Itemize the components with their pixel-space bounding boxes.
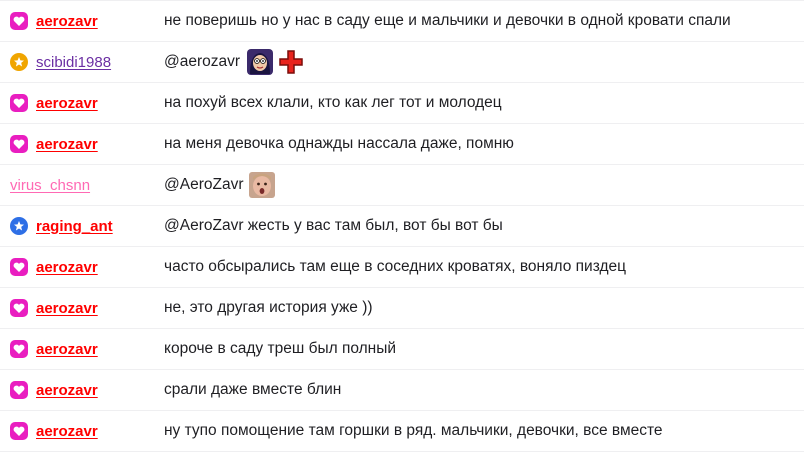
- message-body: срали даже вместе блин: [164, 381, 342, 398]
- chat-message: aerozavr не, это другая история уже )): [0, 288, 804, 329]
- chat-message: aerozavr на меня девочка однажды нассала…: [0, 124, 804, 165]
- username-link[interactable]: aerozavr: [36, 382, 98, 399]
- username-link[interactable]: scibidi1988: [36, 54, 111, 71]
- username-link[interactable]: aerozavr: [36, 13, 98, 30]
- chat-message: raging_ant @AeroZavr жесть у вас там был…: [0, 206, 804, 247]
- star-badge-icon[interactable]: [10, 53, 28, 71]
- message-text: часто обсырались там еще в соседних кров…: [164, 247, 626, 287]
- chat-message: virus_chsnn @AeroZavr: [0, 165, 804, 206]
- surprised-face-emote-icon[interactable]: [249, 172, 276, 198]
- heart-badge-icon[interactable]: [10, 422, 28, 440]
- message-text: срали даже вместе блин: [164, 370, 341, 410]
- message-body: ну тупо помощение там горшки в ряд. маль…: [164, 422, 663, 439]
- chat-log: aerozavr не поверишь но у нас в саду еще…: [0, 0, 804, 452]
- message-text: не поверишь но у нас в саду еще и мальчи…: [164, 1, 731, 41]
- chat-message: aerozavr не поверишь но у нас в саду еще…: [0, 1, 804, 42]
- chat-message: aerozavr на похуй всех клали, кто как ле…: [0, 83, 804, 124]
- chat-message: scibidi1988 @aerozavr: [0, 42, 804, 83]
- chat-message: aerozavr короче в саду треш был полный: [0, 329, 804, 370]
- face-emote-icon[interactable]: [246, 48, 274, 76]
- message-text: @AeroZavr: [164, 165, 276, 205]
- message-body: на меня девочка однажды нассала даже, по…: [164, 135, 514, 152]
- message-text: @aerozavr: [164, 42, 304, 82]
- message-body: короче в саду треш был полный: [164, 340, 397, 357]
- message-text: не, это другая история уже )): [164, 288, 373, 328]
- username-link[interactable]: aerozavr: [36, 300, 98, 317]
- red-cross-emote-icon[interactable]: [278, 49, 304, 75]
- username-link[interactable]: aerozavr: [36, 259, 98, 276]
- message-text: короче в саду треш был полный: [164, 329, 396, 369]
- message-body: не, это другая история уже )): [164, 299, 373, 316]
- username-link[interactable]: aerozavr: [36, 95, 98, 112]
- heart-badge-icon[interactable]: [10, 12, 28, 30]
- username-link[interactable]: aerozavr: [36, 423, 98, 440]
- heart-badge-icon[interactable]: [10, 340, 28, 358]
- message-body: на похуй всех клали, кто как лег тот и м…: [164, 94, 502, 111]
- heart-badge-icon[interactable]: [10, 94, 28, 112]
- chat-message: aerozavr часто обсырались там еще в сосе…: [0, 247, 804, 288]
- username-link[interactable]: aerozavr: [36, 136, 98, 153]
- message-text: ну тупо помощение там горшки в ряд. маль…: [164, 411, 663, 451]
- chat-message: aerozavr ну тупо помощение там горшки в …: [0, 411, 804, 452]
- message-body: @AeroZavr жесть у вас там был, вот бы во…: [164, 217, 503, 234]
- username-link[interactable]: aerozavr: [36, 341, 98, 358]
- message-text: на меня девочка однажды нассала даже, по…: [164, 124, 514, 164]
- heart-badge-icon[interactable]: [10, 381, 28, 399]
- heart-badge-icon[interactable]: [10, 299, 28, 317]
- username-link[interactable]: virus_chsnn: [10, 177, 90, 194]
- message-body: @AeroZavr: [164, 176, 244, 193]
- heart-badge-icon[interactable]: [10, 258, 28, 276]
- chat-message: aerozavr срали даже вместе блин: [0, 370, 804, 411]
- message-text: на похуй всех клали, кто как лег тот и м…: [164, 83, 502, 123]
- username-link[interactable]: raging_ant: [36, 218, 113, 235]
- heart-badge-icon[interactable]: [10, 135, 28, 153]
- message-body: не поверишь но у нас в саду еще и мальчи…: [164, 12, 731, 29]
- message-body: @aerozavr: [164, 53, 241, 70]
- message-text: @AeroZavr жесть у вас там был, вот бы во…: [164, 206, 503, 246]
- message-body: часто обсырались там еще в соседних кров…: [164, 258, 627, 275]
- star-blue-badge-icon[interactable]: [10, 217, 28, 235]
